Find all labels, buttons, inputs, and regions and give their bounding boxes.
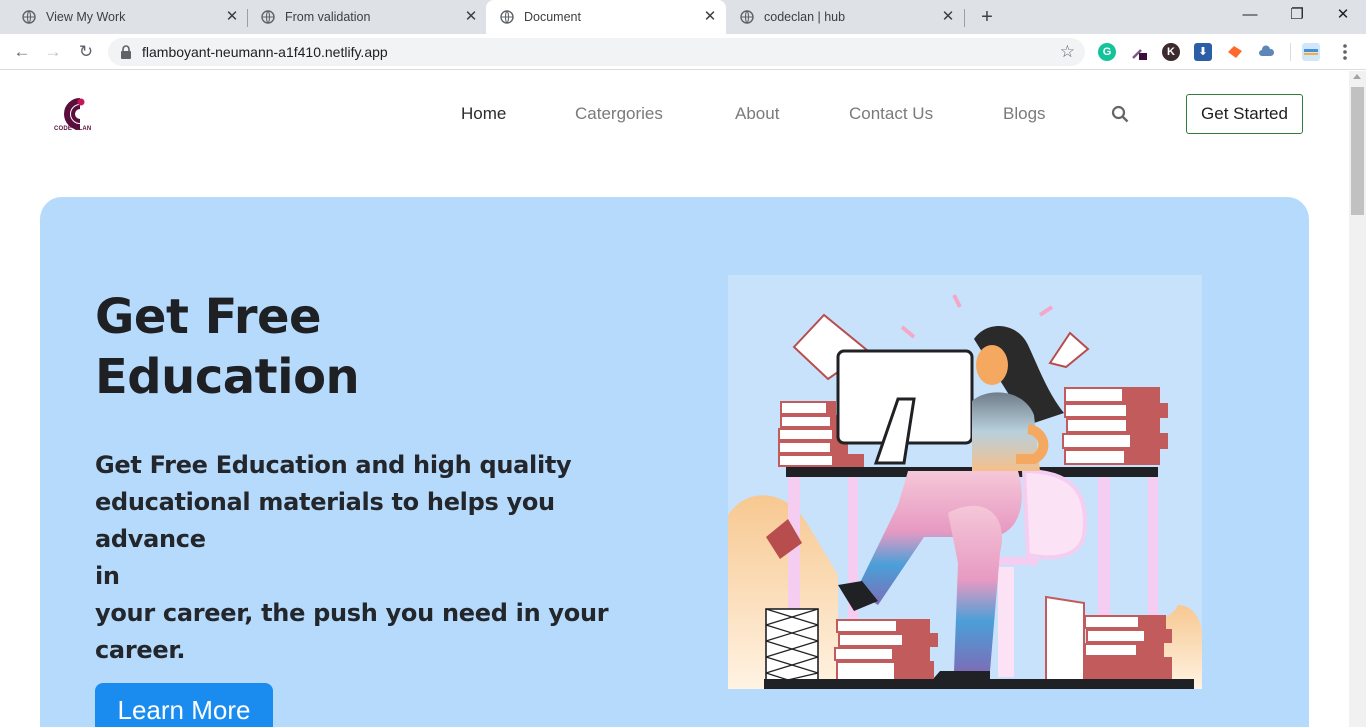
- tab-title: Document: [524, 10, 581, 24]
- page-scrollbar[interactable]: [1349, 71, 1366, 727]
- more-options-icon[interactable]: [1336, 42, 1354, 62]
- tab-title: From validation: [285, 10, 371, 24]
- tab-divider: [964, 9, 965, 27]
- browser-tab-from-validation[interactable]: From validation ✕: [247, 0, 485, 34]
- close-icon[interactable]: ✕: [702, 9, 718, 25]
- get-started-button[interactable]: Get Started: [1186, 94, 1303, 134]
- fox-extension-icon[interactable]: [1226, 43, 1244, 61]
- browser-tab-document[interactable]: Document ✕: [486, 0, 726, 34]
- hero-subtitle-line: Get Free Education and high quality: [95, 451, 572, 479]
- close-icon[interactable]: ✕: [940, 9, 956, 25]
- browser-tab-view-my-work[interactable]: View My Work ✕: [8, 0, 246, 34]
- reload-button[interactable]: ↻: [75, 41, 97, 63]
- forward-button[interactable]: →: [42, 41, 64, 63]
- cloud-icon[interactable]: [1258, 43, 1276, 61]
- hero-title: Get Free Education: [95, 287, 515, 407]
- hero-subtitle-line: in: [95, 562, 120, 590]
- nav-categories[interactable]: Catergories: [575, 104, 663, 124]
- hero-title-line: Education: [95, 349, 360, 405]
- nav-about[interactable]: About: [735, 104, 779, 124]
- bookmark-star-icon[interactable]: ☆: [1060, 42, 1075, 62]
- browser-toolbar: ← → ↻ flamboyant-neumann-a1f410.netlify.…: [0, 34, 1366, 70]
- close-icon[interactable]: ✕: [224, 9, 240, 25]
- hero-subtitle-line: your career, the push you need in your: [95, 599, 609, 627]
- hero-title-line: Get Free: [95, 289, 322, 345]
- studying-woman-illustration: [728, 275, 1202, 689]
- eyedropper-icon[interactable]: [1130, 43, 1148, 61]
- minimize-button[interactable]: —: [1238, 4, 1262, 26]
- globe-icon: [500, 10, 514, 24]
- k-extension-icon[interactable]: K: [1162, 43, 1180, 61]
- new-tab-button[interactable]: +: [976, 7, 998, 29]
- browser-tab-codeclan-hub[interactable]: codeclan | hub ✕: [726, 0, 964, 34]
- hero-subtitle-line: educational materials to helps you advan…: [95, 488, 555, 553]
- scrollbar-thumb[interactable]: [1351, 87, 1364, 215]
- close-icon[interactable]: ✕: [463, 9, 479, 25]
- page-viewport: CODE CLAN Home Catergories About Contact…: [0, 71, 1366, 727]
- lock-icon: [121, 45, 131, 59]
- globe-icon: [740, 10, 754, 24]
- logo-text: CODE CLAN: [54, 126, 92, 132]
- nav-blogs[interactable]: Blogs: [1003, 104, 1046, 124]
- hero-section: Get Free Education Get Free Education an…: [40, 197, 1309, 727]
- download-icon[interactable]: ⬇: [1194, 43, 1212, 61]
- nav-contact-us[interactable]: Contact Us: [849, 104, 933, 124]
- grammarly-icon[interactable]: G: [1098, 43, 1116, 61]
- restore-button[interactable]: ❐: [1285, 4, 1309, 26]
- toolbar-divider: [1290, 43, 1291, 61]
- hero-subtitle-line: career.: [95, 636, 186, 664]
- flag-extension-icon[interactable]: [1302, 43, 1320, 61]
- url-text: flamboyant-neumann-a1f410.netlify.app: [142, 44, 388, 60]
- window-close-button[interactable]: ✕: [1331, 4, 1355, 26]
- globe-icon: [261, 10, 275, 24]
- address-bar[interactable]: flamboyant-neumann-a1f410.netlify.app ☆: [108, 38, 1085, 66]
- globe-icon: [22, 10, 36, 24]
- search-icon[interactable]: [1111, 105, 1129, 123]
- tab-title: codeclan | hub: [764, 10, 846, 24]
- nav-home[interactable]: Home: [461, 104, 506, 124]
- tab-title: View My Work: [46, 10, 126, 24]
- browser-tabstrip: View My Work ✕ From validation ✕ Documen…: [0, 0, 1366, 34]
- scroll-up-arrow-icon[interactable]: [1353, 74, 1361, 79]
- learn-more-button[interactable]: Learn More: [95, 683, 273, 727]
- hero-subtitle: Get Free Education and high quality educ…: [95, 447, 670, 669]
- back-button[interactable]: ←: [11, 41, 33, 63]
